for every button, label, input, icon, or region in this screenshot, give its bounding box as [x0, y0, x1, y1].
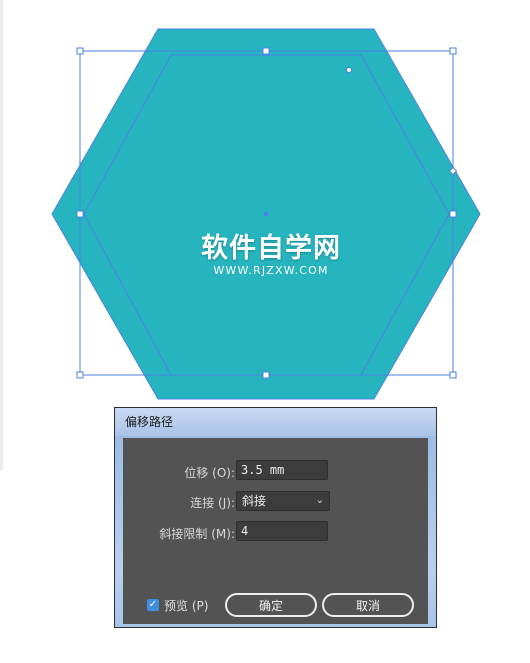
offset-input[interactable] — [236, 460, 328, 480]
preview-checkbox[interactable]: ✓ — [147, 599, 159, 611]
joins-value: 斜接 — [242, 494, 267, 508]
cancel-button[interactable]: 取消 — [322, 593, 414, 617]
ok-button[interactable]: 确定 — [225, 593, 317, 617]
joins-select[interactable]: 斜接 ⌄ — [236, 491, 330, 511]
dialog-body: 位移 (O): 连接 (J): 斜接 ⌄ 斜接限制 (M): ✓ 预览 (P) … — [123, 438, 428, 624]
handle-top-center[interactable] — [262, 47, 270, 55]
watermark-title: 软件自学网 — [201, 233, 341, 264]
watermark: 软件自学网 WWW.RJZXW.COM — [196, 233, 346, 278]
center-point — [263, 211, 269, 217]
handle-middle-right[interactable] — [449, 210, 457, 218]
joins-label: 连接 (J): — [190, 496, 235, 510]
offset-path-dialog: 偏移路径 位移 (O): 连接 (J): 斜接 ⌄ 斜接限制 (M): ✓ 预览… — [114, 407, 437, 628]
watermark-url: WWW.RJZXW.COM — [213, 264, 329, 277]
handle-bottom-center[interactable] — [262, 371, 270, 379]
chevron-down-icon: ⌄ — [315, 495, 324, 506]
miter-limit-label: 斜接限制 (M): — [159, 527, 235, 541]
dialog-title[interactable]: 偏移路径 — [115, 408, 436, 436]
handle-bottom-left[interactable] — [76, 371, 84, 379]
miter-limit-input[interactable] — [236, 521, 328, 541]
handle-middle-left[interactable] — [76, 210, 84, 218]
preview-label[interactable]: 预览 (P) — [164, 597, 208, 614]
handle-bottom-right[interactable] — [449, 371, 457, 379]
corner-widget[interactable] — [346, 67, 352, 73]
handle-top-left[interactable] — [76, 47, 84, 55]
offset-label: 位移 (O): — [184, 466, 235, 480]
handle-top-right[interactable] — [449, 47, 457, 55]
